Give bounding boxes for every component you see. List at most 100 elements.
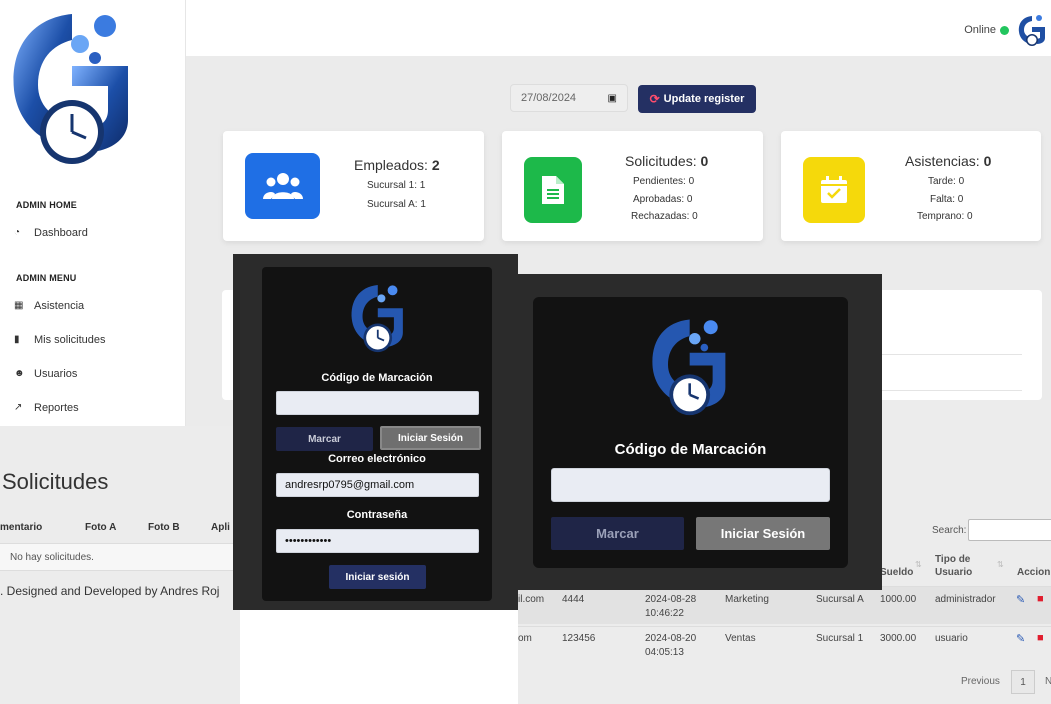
trash-icon[interactable]: ■ — [1037, 632, 1044, 644]
cell-area: Ventas — [725, 633, 756, 644]
card-line: Tarde: 0 — [928, 176, 965, 187]
online-dot-icon — [1000, 25, 1009, 35]
card-line: Aprobadas: 0 — [633, 194, 693, 205]
date-input[interactable]: 27/08/2024 ▣ — [510, 84, 628, 112]
cell-area: Marketing — [725, 594, 769, 605]
table-row — [518, 626, 1051, 664]
pagination-page[interactable]: 1 — [1011, 670, 1035, 694]
column-header-accion: Accion — [1017, 567, 1051, 578]
card-solicitudes: Solicitudes: 0 Pendientes: 0 Aprobadas: … — [502, 131, 763, 241]
cell-user-type: administrador — [935, 594, 996, 605]
cell-branch: Sucursal 1 — [816, 633, 864, 644]
card-line: Sucursal A: 1 — [367, 199, 426, 210]
edit-icon[interactable]: ✎ — [1016, 632, 1025, 645]
pagination-previous[interactable]: Previous — [961, 676, 1000, 687]
cell-code: 4444 — [562, 594, 585, 605]
sidebar-item-label: Reportes — [34, 402, 79, 414]
update-register-button[interactable]: ⟳ Update register — [638, 85, 756, 113]
users-icon — [245, 153, 320, 219]
trash-icon[interactable]: ■ — [1037, 593, 1044, 605]
email-field[interactable]: andresrp0795@gmail.com — [276, 473, 479, 497]
search-label: Search: — [932, 525, 967, 536]
sidebar-item-label: Mis solicitudes — [34, 334, 106, 346]
cell-time: 10:46:22 — [645, 608, 684, 619]
topbar: Online — [186, 0, 1051, 56]
email-label: Correo electrónico — [328, 453, 426, 465]
card-title: Solicitudes: 0 — [625, 153, 709, 169]
login-toggle-button[interactable]: Iniciar Sesión — [380, 426, 481, 450]
document-icon — [524, 157, 582, 223]
cell-email: il.com — [518, 594, 545, 605]
sidebar-item-dashboard[interactable]: ◔ Dashboard — [14, 227, 88, 239]
card-line: Falta: 0 — [930, 194, 964, 205]
card-title: Asistencias: 0 — [905, 153, 992, 169]
card-line: Pendientes: 0 — [633, 176, 695, 187]
calendar-icon: ▣ — [607, 92, 617, 104]
mark-button[interactable]: Marcar — [551, 517, 684, 550]
chart-line-icon: ↗ — [14, 402, 23, 413]
column-header[interactable]: mentario — [0, 522, 42, 533]
sidebar: ADMIN HOME ◔ Dashboard ADMIN MENU ▦ Asis… — [0, 0, 186, 426]
menu-section-admin-home: ADMIN HOME — [16, 200, 77, 210]
online-status-label: Online — [964, 24, 996, 36]
card-line: Sucursal 1: 1 — [367, 180, 426, 191]
card-title: Empleados: 2 — [354, 157, 440, 173]
app-logo — [10, 10, 135, 175]
login-modal: Código de Marcación Marcar Iniciar Sesió… — [262, 267, 492, 601]
sidebar-item-asistencia[interactable]: ▦ Asistencia — [14, 300, 84, 312]
app-logo — [350, 283, 406, 360]
login-button[interactable]: Iniciar Sesión — [696, 517, 830, 550]
sidebar-item-mis-solicitudes[interactable]: ▮ Mis solicitudes — [14, 334, 106, 346]
page-title: Solicitudes — [2, 469, 109, 494]
gauge-icon: ◔ — [14, 227, 21, 238]
sort-icon[interactable]: ⇅ — [997, 560, 1004, 569]
code-input[interactable] — [276, 391, 479, 415]
cell-time: 04:05:13 — [645, 647, 684, 658]
column-header[interactable]: Foto B — [148, 522, 180, 533]
column-header-sueldo[interactable]: Sueldo — [880, 567, 913, 578]
cell-user-type: usuario — [935, 633, 968, 644]
cell-salary: 3000.00 — [880, 633, 917, 644]
login-submit-button[interactable]: Iniciar sesión — [329, 565, 426, 589]
sidebar-item-reportes[interactable]: ↗ Reportes — [14, 402, 79, 414]
search-input[interactable] — [968, 519, 1051, 541]
card-line: Temprano: 0 — [917, 211, 973, 222]
footer-credits: . Designed and Developed by Andres Roj — [0, 584, 220, 598]
cell-code: 123456 — [562, 633, 596, 644]
date-value: 27/08/2024 — [521, 92, 577, 104]
sidebar-item-label: Asistencia — [34, 300, 85, 312]
edit-icon[interactable]: ✎ — [1016, 593, 1025, 606]
cell-date: 2024-08-20 — [645, 633, 697, 644]
file-icon: ▮ — [14, 334, 20, 345]
card-empleados: Empleados: 2 Sucursal 1: 1 Sucursal A: 1 — [223, 131, 484, 241]
users-icon: ☻ — [14, 368, 25, 379]
cell-salary: 1000.00 — [880, 594, 917, 605]
cell-date: 2024-08-28 — [645, 594, 697, 605]
password-field[interactable]: •••••••••••• — [276, 529, 479, 553]
menu-section-admin-menu: ADMIN MENU — [16, 273, 77, 283]
refresh-icon: ⟳ — [649, 92, 660, 106]
pagination-next[interactable]: N — [1045, 676, 1051, 687]
column-header[interactable]: Foto A — [85, 522, 116, 533]
sort-icon[interactable]: ⇅ — [915, 560, 922, 569]
solicitudes-page: Solicitudes mentario Foto A Foto B Apli … — [0, 426, 240, 704]
calendar-check-icon: ▦ — [14, 300, 24, 311]
column-header[interactable]: Apli — [211, 522, 230, 533]
calendar-check-icon — [803, 157, 865, 223]
sidebar-item-usuarios[interactable]: ☻ Usuarios — [14, 368, 77, 380]
code-label: Código de Marcación — [321, 372, 433, 384]
sidebar-item-label: Dashboard — [34, 227, 88, 239]
cell-branch: Sucursal A — [816, 594, 864, 605]
code-label: Código de Marcación — [614, 441, 767, 458]
user-avatar[interactable] — [1017, 14, 1047, 51]
password-label: Contraseña — [346, 509, 408, 521]
empty-message: No hay solicitudes. — [10, 552, 94, 563]
clock-in-modal: Código de Marcación Marcar Iniciar Sesió… — [533, 297, 848, 568]
code-input[interactable] — [551, 468, 830, 502]
cell-email: om — [518, 633, 532, 644]
column-header-tipo-usuario[interactable]: Tipo de Usuario — [935, 553, 972, 579]
sidebar-item-label: Usuarios — [34, 368, 78, 380]
mark-button[interactable]: Marcar — [276, 427, 373, 451]
app-logo — [650, 317, 730, 424]
card-line: Rechazadas: 0 — [631, 211, 698, 222]
